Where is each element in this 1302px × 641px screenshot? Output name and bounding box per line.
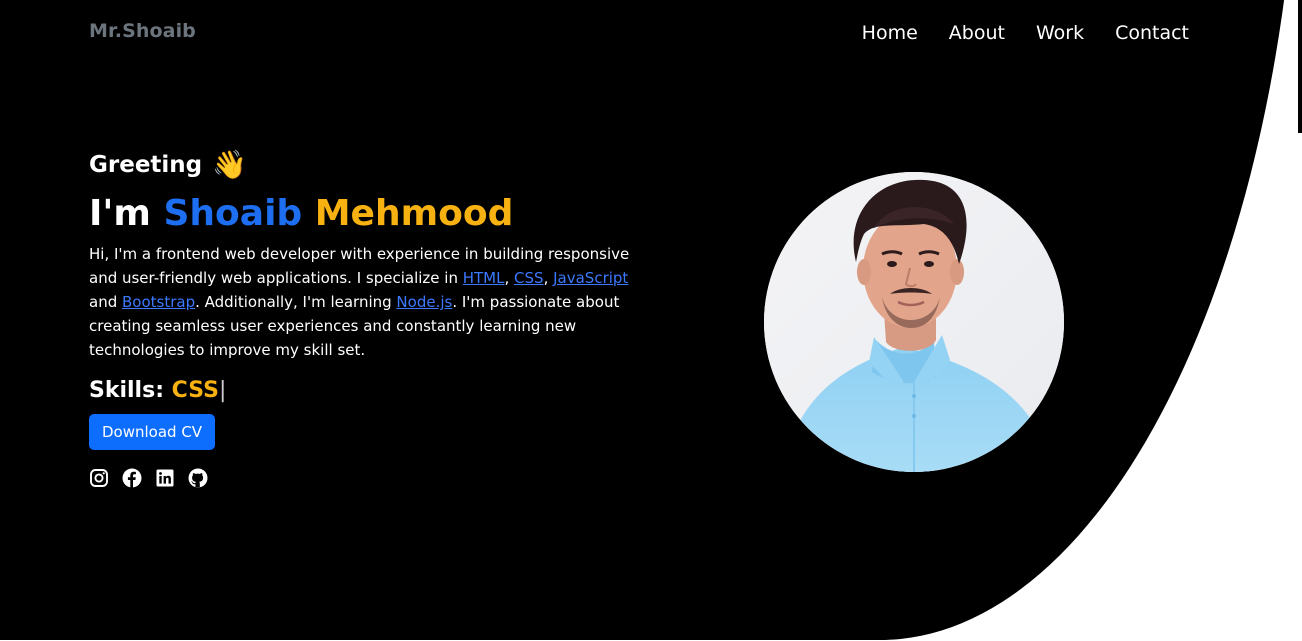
link-nodejs[interactable]: Node.js [396, 293, 452, 311]
navbar: Mr.Shoaib Home About Work Contact [0, 0, 1302, 70]
nav-link-home[interactable]: Home [862, 22, 918, 44]
greeting-text: Greeting [89, 152, 203, 178]
typing-cursor: | [218, 378, 227, 403]
download-cv-button[interactable]: Download CV [89, 414, 216, 450]
intro-paragraph: Hi, I'm a frontend web developer with ex… [89, 242, 634, 362]
skills-heading: Skills: CSS| [89, 376, 649, 406]
nav-link-work[interactable]: Work [1036, 22, 1084, 44]
instagram-icon[interactable] [89, 468, 109, 488]
name-first: Shoaib [163, 193, 303, 234]
skills-label: Skills: [89, 378, 164, 403]
linkedin-icon[interactable] [155, 468, 175, 488]
intro-text-2: . Additionally, I'm learning [195, 293, 397, 311]
intro-sep-2: , [543, 269, 554, 287]
brand-logo[interactable]: Mr.Shoaib [89, 20, 196, 42]
facebook-icon[interactable] [122, 468, 142, 488]
intro-sep-1: , [504, 269, 515, 287]
link-html[interactable]: HTML [463, 269, 505, 287]
headline-prefix: I'm [89, 193, 151, 234]
greeting-heading: Greeting 👋 [89, 146, 649, 184]
social-links [89, 468, 649, 488]
nav-link-contact[interactable]: Contact [1115, 22, 1189, 44]
hero-text: Greeting 👋 I'm Shoaib Mehmood Hi, I'm a … [89, 146, 649, 488]
github-icon[interactable] [188, 468, 208, 488]
waving-hand-icon: 👋 [212, 148, 248, 181]
link-bootstrap[interactable]: Bootstrap [122, 293, 195, 311]
name-last: Mehmood [314, 193, 514, 234]
profile-photo [764, 172, 1064, 472]
skills-typed-value: CSS [171, 378, 219, 403]
nav-links: Home About Work Contact [862, 22, 1189, 44]
intro-sep-3: and [89, 293, 122, 311]
link-javascript[interactable]: JavaScript [553, 269, 628, 287]
nav-link-about[interactable]: About [949, 22, 1005, 44]
link-css[interactable]: CSS [514, 269, 544, 287]
page: Mr.Shoaib Home About Work Contact Greeti… [0, 0, 1302, 641]
hero-headline: I'm Shoaib Mehmood [89, 192, 649, 236]
